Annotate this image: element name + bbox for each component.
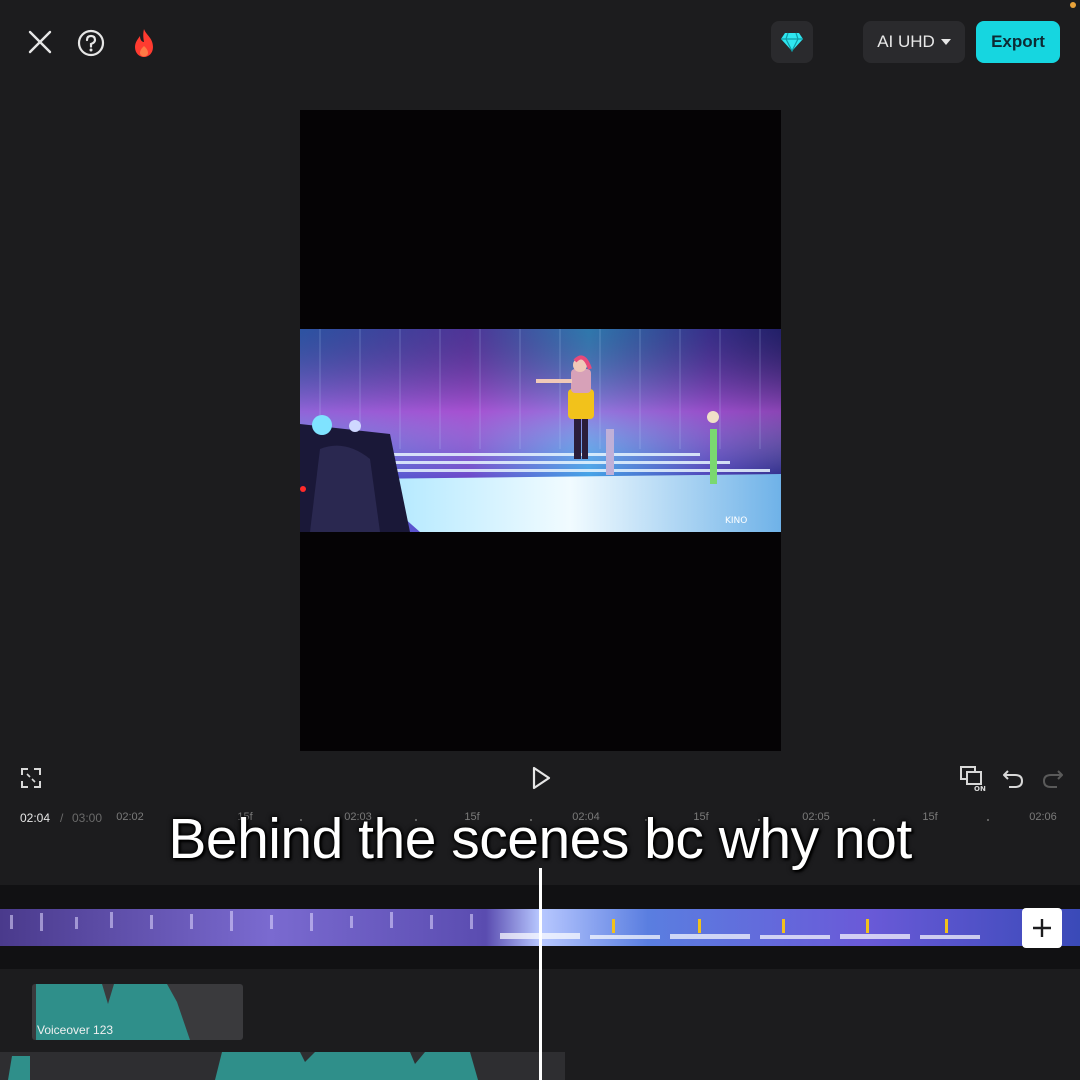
add-clip-button[interactable] [1022,908,1062,948]
plus-icon [1033,919,1051,937]
caret-down-icon [940,39,951,45]
voiceover-label: Voiceover 123 [37,1023,114,1037]
help-icon [77,29,105,57]
video-preview[interactable]: KINO [300,110,781,751]
notification-dot [1070,2,1076,8]
export-label: Export [991,32,1045,51]
quality-label: AI UHD [877,32,935,51]
keyframe-icon: ON [960,766,986,792]
concert-scene-image: KINO [300,329,781,532]
quality-dropdown[interactable]: AI UHD [863,21,965,63]
diamond-icon [781,32,803,52]
redo-button[interactable] [1040,764,1066,792]
close-icon [28,30,52,54]
svg-text:ON: ON [974,785,986,792]
premium-button[interactable] [771,21,813,63]
help-button[interactable] [72,24,110,62]
fullscreen-icon [21,768,41,788]
trending-button[interactable] [126,24,162,62]
play-button[interactable] [527,764,555,792]
audio-clip-2[interactable] [0,1052,565,1080]
undo-button[interactable] [1000,764,1026,792]
play-icon [532,766,551,790]
close-button[interactable] [22,24,58,60]
caption-overlay: Behind the scenes bc why not [168,807,912,871]
redo-icon [1042,770,1063,788]
fire-icon [135,29,153,57]
export-button[interactable]: Export [976,21,1060,63]
fullscreen-button[interactable] [18,766,44,790]
audio-waveform-2 [8,1052,478,1080]
playhead[interactable] [539,868,542,1080]
watermark-text: KINO [725,516,747,526]
undo-icon [1003,770,1024,788]
keyframe-button[interactable]: ON [957,764,989,792]
video-frame: KINO [300,329,781,532]
